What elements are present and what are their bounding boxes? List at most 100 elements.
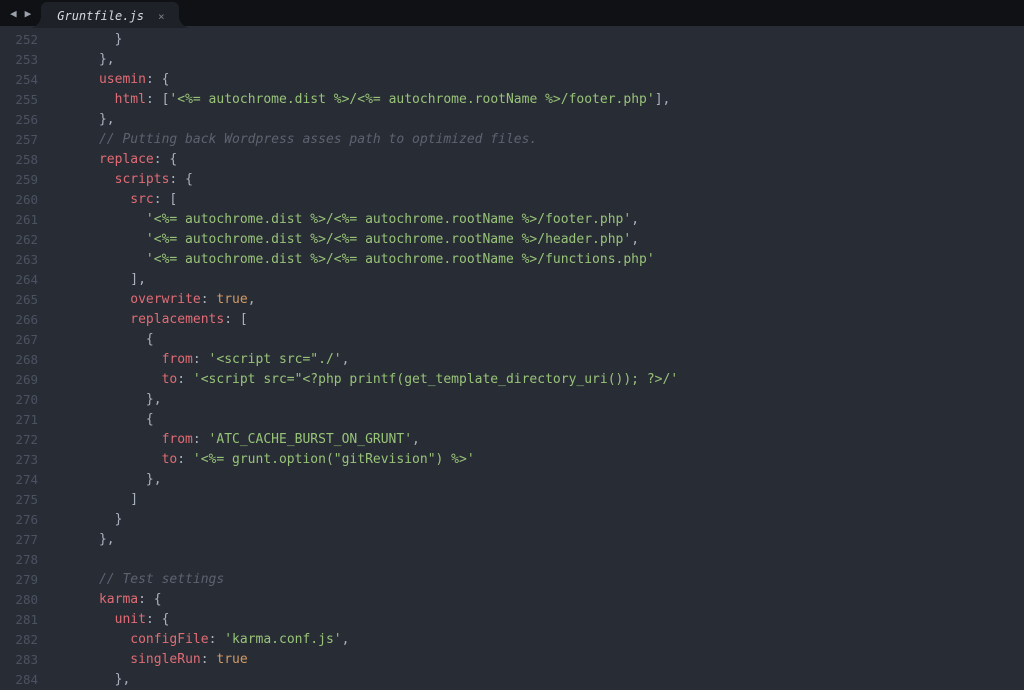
token-comm: // Putting back Wordpress asses path to … — [99, 132, 537, 147]
line-number: 253 — [0, 50, 38, 70]
code-line[interactable]: scripts: { — [52, 170, 1024, 190]
code-line[interactable]: ], — [52, 270, 1024, 290]
code-line[interactable]: from: '<script src="./', — [52, 350, 1024, 370]
code-line[interactable]: configFile: 'karma.conf.js', — [52, 630, 1024, 650]
token-bool: true — [216, 652, 247, 667]
tab-filename: Gruntfile.js — [57, 9, 144, 23]
line-number: 272 — [0, 430, 38, 450]
line-number: 265 — [0, 290, 38, 310]
line-number: 282 — [0, 630, 38, 650]
code-line[interactable]: '<%= autochrome.dist %>/<%= autochrome.r… — [52, 230, 1024, 250]
code-line[interactable]: { — [52, 330, 1024, 350]
nav-back-icon[interactable]: ◀ — [8, 7, 19, 20]
token-plain: } — [52, 32, 122, 47]
token-plain — [52, 592, 99, 607]
code-line[interactable]: }, — [52, 50, 1024, 70]
token-plain — [52, 312, 130, 327]
token-key: scripts — [115, 172, 170, 187]
token-punc: : — [193, 352, 209, 367]
token-key: html — [115, 92, 146, 107]
token-key: to — [162, 452, 178, 467]
token-plain — [52, 152, 99, 167]
token-key: to — [162, 372, 178, 387]
token-key: singleRun — [130, 652, 200, 667]
token-plain: }, — [52, 672, 130, 687]
line-number: 261 — [0, 210, 38, 230]
code-line[interactable]: // Putting back Wordpress asses path to … — [52, 130, 1024, 150]
code-line[interactable]: to: '<script src="<?php printf(get_templ… — [52, 370, 1024, 390]
line-number: 258 — [0, 150, 38, 170]
line-number: 266 — [0, 310, 38, 330]
line-number: 273 — [0, 450, 38, 470]
code-line[interactable]: src: [ — [52, 190, 1024, 210]
token-str: '<%= autochrome.dist %>/<%= autochrome.r… — [169, 92, 654, 107]
token-punc: : — [177, 452, 193, 467]
line-number: 269 — [0, 370, 38, 390]
code-line[interactable]: }, — [52, 470, 1024, 490]
token-key: karma — [99, 592, 138, 607]
code-line[interactable]: overwrite: true, — [52, 290, 1024, 310]
line-number: 257 — [0, 130, 38, 150]
token-plain: }, — [52, 392, 162, 407]
code-line[interactable]: '<%= autochrome.dist %>/<%= autochrome.r… — [52, 210, 1024, 230]
token-str: '<%= autochrome.dist %>/<%= autochrome.r… — [146, 252, 655, 267]
line-gutter: 2522532542552562572582592602612622632642… — [0, 26, 48, 690]
token-punc: : — [193, 432, 209, 447]
token-key: usemin — [99, 72, 146, 87]
code-line[interactable]: replace: { — [52, 150, 1024, 170]
code-line[interactable]: replacements: [ — [52, 310, 1024, 330]
token-punc: : [ — [146, 92, 169, 107]
close-icon[interactable]: × — [158, 10, 165, 23]
token-plain — [52, 632, 130, 647]
code-line[interactable]: to: '<%= grunt.option("gitRevision") %>' — [52, 450, 1024, 470]
token-plain: ], — [52, 272, 146, 287]
line-number: 271 — [0, 410, 38, 430]
code-line[interactable]: usemin: { — [52, 70, 1024, 90]
code-line[interactable] — [52, 550, 1024, 570]
token-punc: : [ — [154, 192, 177, 207]
line-number: 255 — [0, 90, 38, 110]
code-line[interactable]: // Test settings — [52, 570, 1024, 590]
line-number: 279 — [0, 570, 38, 590]
line-number: 276 — [0, 510, 38, 530]
title-bar: ◀ ▶ Gruntfile.js × — [0, 0, 1024, 26]
token-punc: : { — [146, 72, 169, 87]
line-number: 277 — [0, 530, 38, 550]
code-line[interactable]: from: 'ATC_CACHE_BURST_ON_GRUNT', — [52, 430, 1024, 450]
code-line[interactable]: { — [52, 410, 1024, 430]
line-number: 262 — [0, 230, 38, 250]
line-number: 252 — [0, 30, 38, 50]
token-punc: , — [342, 352, 350, 367]
editor[interactable]: 2522532542552562572582592602612622632642… — [0, 26, 1024, 690]
code-line[interactable]: html: ['<%= autochrome.dist %>/<%= autoc… — [52, 90, 1024, 110]
code-line[interactable]: }, — [52, 670, 1024, 690]
code-line[interactable]: karma: { — [52, 590, 1024, 610]
token-plain: }, — [52, 112, 115, 127]
code-line[interactable]: } — [52, 30, 1024, 50]
line-number: 283 — [0, 650, 38, 670]
token-key: replacements — [130, 312, 224, 327]
token-punc: : — [201, 292, 217, 307]
code-line[interactable]: }, — [52, 530, 1024, 550]
token-plain — [52, 92, 115, 107]
token-punc: , — [631, 212, 639, 227]
file-tab[interactable]: Gruntfile.js × — [41, 2, 178, 28]
token-punc: , — [412, 432, 420, 447]
code-line[interactable]: } — [52, 510, 1024, 530]
token-str: '<%= autochrome.dist %>/<%= autochrome.r… — [146, 232, 631, 247]
code-area[interactable]: } }, usemin: { html: ['<%= autochrome.di… — [48, 26, 1024, 690]
token-punc: , — [631, 232, 639, 247]
token-punc: : — [209, 632, 225, 647]
code-line[interactable]: ] — [52, 490, 1024, 510]
code-line[interactable]: unit: { — [52, 610, 1024, 630]
token-plain: { — [52, 332, 154, 347]
code-line[interactable]: singleRun: true — [52, 650, 1024, 670]
token-plain: { — [52, 412, 154, 427]
token-key: configFile — [130, 632, 208, 647]
token-punc: : { — [169, 172, 192, 187]
code-line[interactable]: }, — [52, 110, 1024, 130]
code-line[interactable]: }, — [52, 390, 1024, 410]
code-line[interactable]: '<%= autochrome.dist %>/<%= autochrome.r… — [52, 250, 1024, 270]
token-plain — [52, 252, 146, 267]
token-plain — [52, 652, 130, 667]
